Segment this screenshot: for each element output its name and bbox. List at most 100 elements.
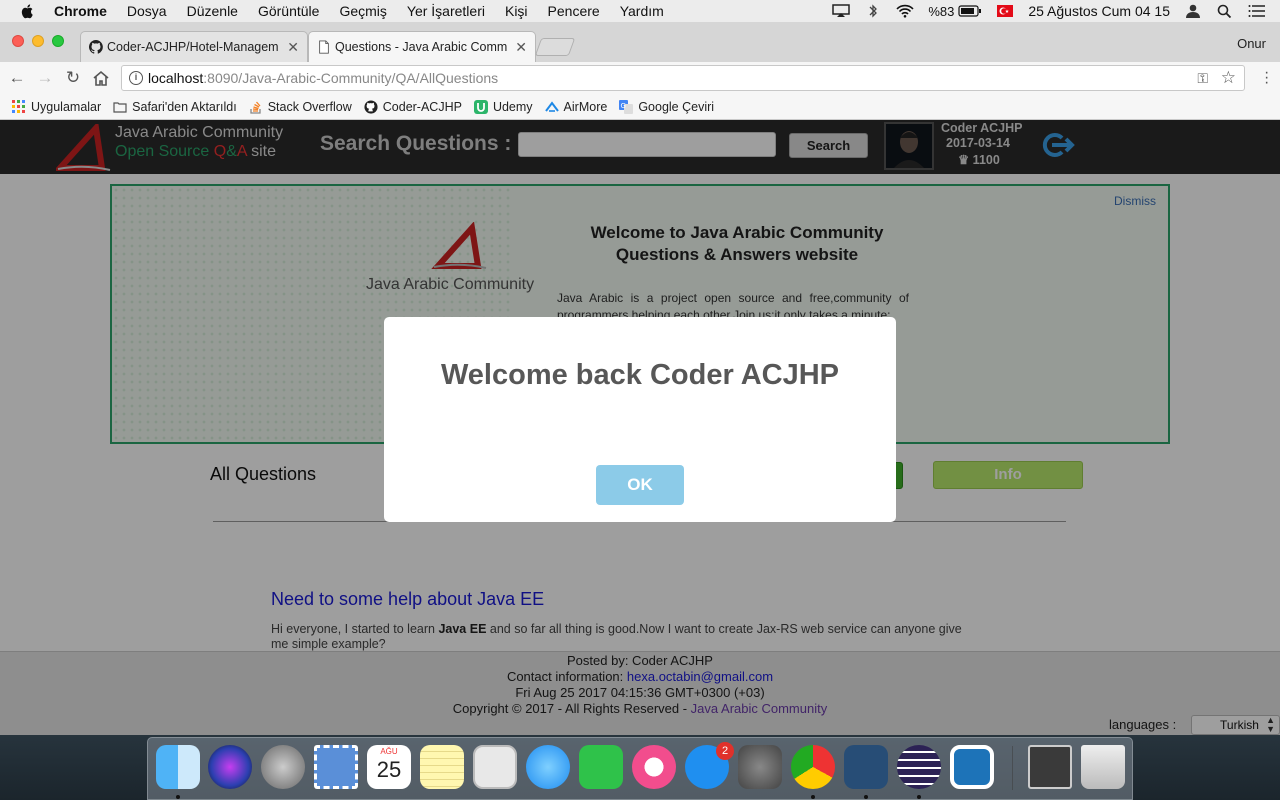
- bookmark-star-icon[interactable]: ☆: [1221, 68, 1236, 88]
- running-indicator: [864, 795, 868, 799]
- site-info-icon[interactable]: i: [129, 71, 143, 85]
- tab-close-icon[interactable]: ✕: [515, 39, 527, 56]
- bookmark-coder-acjhp[interactable]: Coder-ACJHP: [364, 100, 462, 114]
- github-icon: [364, 99, 378, 114]
- bookmark-label: AirMore: [563, 99, 608, 114]
- browser-chrome: Coder-ACJHP/Hotel-Managem ✕ Questions - …: [0, 22, 1280, 120]
- facetime-icon[interactable]: [579, 745, 623, 789]
- tab-strip: Coder-ACJHP/Hotel-Managem ✕ Questions - …: [0, 22, 1280, 62]
- udemy-icon: [473, 99, 488, 114]
- menu-file[interactable]: Dosya: [127, 3, 167, 19]
- running-indicator: [811, 795, 815, 799]
- dock: AĞU 25 2: [147, 737, 1133, 800]
- menu-people[interactable]: Kişi: [505, 3, 528, 19]
- spotlight-search-icon[interactable]: [1216, 4, 1234, 18]
- menu-window[interactable]: Pencere: [548, 3, 600, 19]
- address-bar[interactable]: i localhost:8090/Java-Arabic-Community/Q…: [121, 65, 1245, 91]
- user-icon[interactable]: [1184, 4, 1202, 18]
- bookmark-google-translate[interactable]: G Google Çeviri: [619, 99, 715, 114]
- macos-menu-bar: Chrome Dosya Düzenle Görüntüle Geçmiş Ye…: [0, 0, 1280, 22]
- menu-history[interactable]: Geçmiş: [339, 3, 386, 19]
- bookmark-label: Udemy: [492, 99, 533, 114]
- tab-title: Questions - Java Arabic Comm: [335, 40, 508, 54]
- browser-toolbar: ← → ↻ i localhost:8090/Java-Arabic-Commu…: [0, 62, 1280, 94]
- running-indicator: [917, 795, 921, 799]
- brackets-icon[interactable]: [950, 745, 994, 789]
- menubar-clock[interactable]: 25 Ağustos Cum 04 15: [1028, 3, 1170, 19]
- itunes-icon[interactable]: [632, 745, 676, 789]
- airmore-icon: [544, 100, 559, 112]
- menu-help[interactable]: Yardım: [620, 3, 664, 19]
- bookmark-label: Safari'den Aktarıldı: [132, 99, 237, 114]
- window-minimize-button[interactable]: [32, 35, 44, 47]
- calendar-day: 25: [376, 757, 402, 782]
- notification-center-icon[interactable]: [1248, 4, 1266, 18]
- ok-button[interactable]: OK: [596, 465, 684, 505]
- google-translate-icon: G: [619, 99, 634, 114]
- welcome-back-dialog: Welcome back Coder ACJHP OK: [384, 317, 896, 522]
- tab-github[interactable]: Coder-ACJHP/Hotel-Managem ✕: [80, 31, 308, 62]
- new-tab-button[interactable]: [534, 38, 576, 56]
- menu-bookmarks[interactable]: Yer İşaretleri: [407, 3, 485, 19]
- menu-app-name[interactable]: Chrome: [54, 3, 107, 19]
- calendar-icon[interactable]: AĞU 25: [367, 745, 411, 789]
- siri-icon[interactable]: [208, 745, 252, 789]
- menu-edit[interactable]: Düzenle: [187, 3, 238, 19]
- running-indicator: [176, 795, 180, 799]
- key-icon[interactable]: ⚿: [1197, 70, 1208, 87]
- eclipse-icon[interactable]: [897, 745, 941, 789]
- app-store-badge: 2: [716, 742, 734, 760]
- apple-icon[interactable]: [20, 3, 36, 19]
- home-icon[interactable]: [92, 69, 110, 87]
- mail-stamp-icon[interactable]: [314, 745, 358, 789]
- svg-text:G: G: [621, 102, 626, 110]
- system-preferences-icon[interactable]: [738, 745, 782, 789]
- bookmark-label: Stack Overflow: [267, 99, 352, 114]
- dialog-title: Welcome back Coder ACJHP: [440, 359, 840, 391]
- tab-title: Coder-ACJHP/Hotel-Managem: [107, 40, 279, 54]
- bookmark-udemy[interactable]: Udemy: [473, 99, 533, 114]
- wifi-icon[interactable]: [896, 4, 914, 18]
- window-zoom-button[interactable]: [52, 35, 64, 47]
- bookmark-label: Uygulamalar: [31, 99, 102, 114]
- bookmark-apps[interactable]: Uygulamalar: [12, 99, 102, 114]
- window-close-button[interactable]: [12, 35, 24, 47]
- apps-grid-icon: [12, 99, 25, 113]
- chrome-icon[interactable]: [791, 745, 835, 789]
- finder-icon[interactable]: [156, 745, 200, 789]
- turkish-flag-icon[interactable]: [996, 4, 1014, 18]
- airplay-icon[interactable]: [832, 4, 851, 18]
- battery-icon[interactable]: [958, 4, 982, 18]
- launchpad-icon[interactable]: [261, 745, 305, 789]
- folder-icon: [113, 101, 127, 113]
- stackoverflow-icon: [250, 101, 261, 114]
- reload-icon[interactable]: ↻: [64, 69, 82, 87]
- battery-percent: %83: [928, 3, 955, 19]
- chrome-menu-icon[interactable]: · · ·: [1264, 65, 1270, 91]
- bookmark-label: Google Çeviri: [638, 99, 715, 114]
- bookmarks-bar: Uygulamalar Safari'den Aktarıldı Stack O…: [0, 94, 1280, 120]
- bookmark-label: Coder-ACJHP: [382, 99, 462, 114]
- url-host: localhost: [148, 70, 204, 86]
- messages-icon[interactable]: [526, 745, 570, 789]
- tab-close-icon[interactable]: ✕: [287, 39, 299, 56]
- forward-arrow-icon[interactable]: →: [36, 69, 54, 87]
- page-icon: [319, 40, 329, 54]
- bluetooth-icon[interactable]: [864, 4, 882, 18]
- tab-questions[interactable]: Questions - Java Arabic Comm ✕: [308, 31, 536, 62]
- preview-icon[interactable]: [473, 745, 517, 789]
- notes-icon[interactable]: [420, 745, 464, 789]
- bookmark-safari-folder[interactable]: Safari'den Aktarıldı: [113, 100, 237, 114]
- calendar-month: AĞU: [380, 747, 398, 756]
- mysql-workbench-icon[interactable]: [844, 745, 888, 789]
- dock-separator: [1012, 746, 1013, 790]
- back-arrow-icon[interactable]: ←: [8, 69, 26, 87]
- bookmark-stackoverflow[interactable]: Stack Overflow: [249, 100, 352, 114]
- github-icon: [89, 40, 103, 54]
- url-path: :8090/Java-Arabic-Community/QA/AllQuesti…: [203, 70, 499, 86]
- bookmark-airmore[interactable]: AirMore: [544, 99, 608, 114]
- trash-icon[interactable]: [1081, 745, 1125, 789]
- menu-view[interactable]: Görüntüle: [258, 3, 319, 19]
- profile-name[interactable]: Onur: [1237, 36, 1266, 51]
- screenshot-thumbnail-icon[interactable]: [1028, 745, 1072, 789]
